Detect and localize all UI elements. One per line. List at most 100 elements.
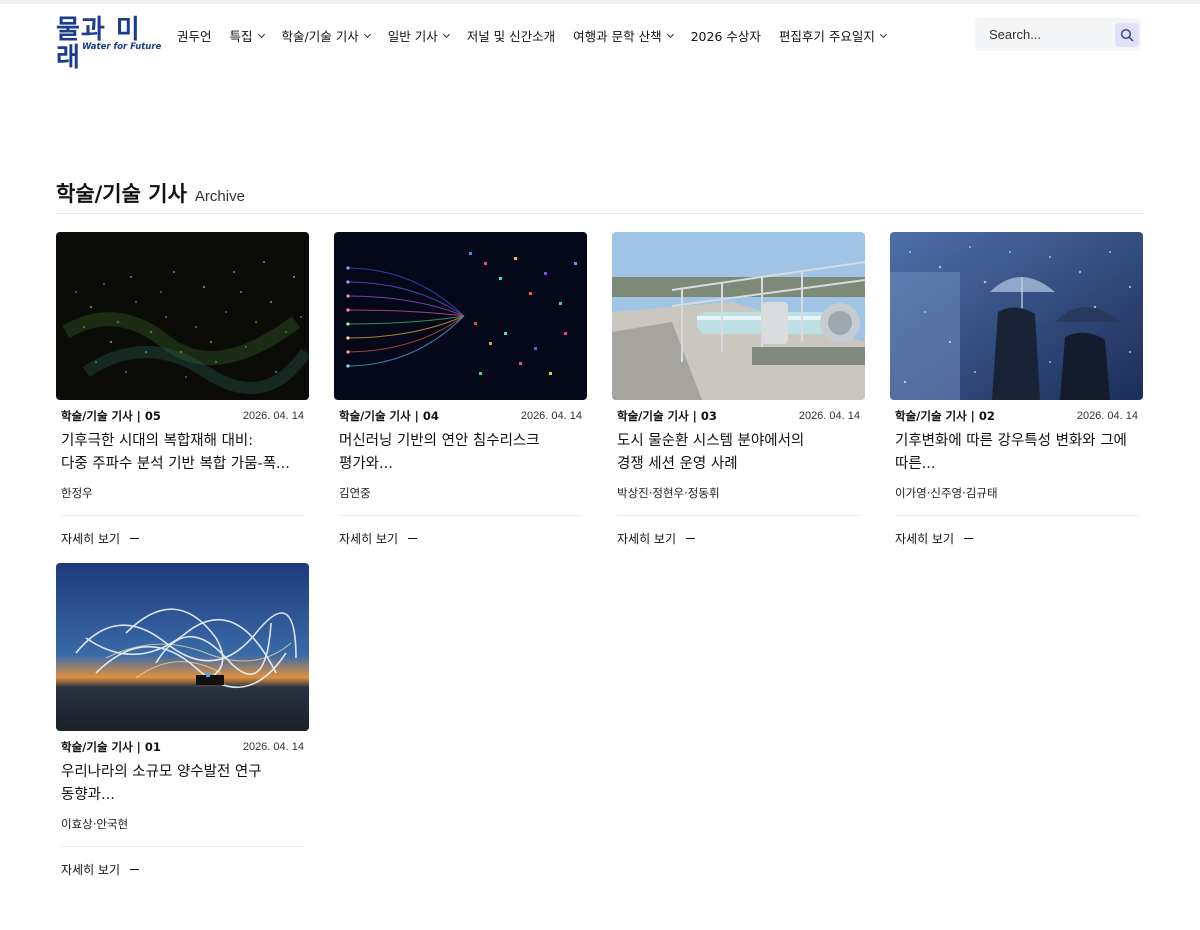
search-input[interactable] bbox=[989, 18, 1109, 51]
nav-item-journal[interactable]: 저널 및 신간소개 bbox=[467, 26, 555, 45]
article-author: 이가영·신주영·김규태 bbox=[895, 486, 998, 500]
read-more-link[interactable]: 자세히 보기 bbox=[339, 530, 418, 547]
article-category: 학술/기술 기사 | 04 bbox=[339, 409, 439, 423]
nav-item-foreword[interactable]: 권두언 bbox=[177, 26, 212, 45]
particle-cloud-image bbox=[56, 232, 309, 400]
article-category: 학술/기술 기사 | 02 bbox=[895, 409, 995, 423]
article-card[interactable]: 학술/기술 기사 | 02 2026. 04. 14 기후변화에 따른 강우특성… bbox=[890, 232, 1143, 552]
article-title[interactable]: 머신러닝 기반의 연안 침수리스크 평가와... bbox=[339, 430, 582, 476]
read-more-label: 자세히 보기 bbox=[61, 532, 121, 546]
chevron-down-icon bbox=[879, 30, 887, 38]
article-thumbnail[interactable] bbox=[612, 232, 865, 400]
card-divider bbox=[339, 515, 582, 516]
read-more-label: 자세히 보기 bbox=[339, 532, 399, 546]
read-more-link[interactable]: 자세히 보기 bbox=[61, 530, 140, 547]
nav-item-general[interactable]: 일반 기사 bbox=[387, 26, 450, 45]
article-meta: 학술/기술 기사 | 01 2026. 04. 14 bbox=[61, 739, 304, 755]
page-subtitle: Archive bbox=[194, 188, 245, 205]
nav-label: 학술/기술 기사 bbox=[281, 29, 359, 44]
title-line: 머신러닝 기반의 연안 침수리스크 bbox=[339, 433, 540, 449]
dash-icon bbox=[408, 538, 418, 539]
chevron-down-icon bbox=[442, 30, 450, 38]
read-more-label: 자세히 보기 bbox=[61, 863, 121, 877]
light-trails-image bbox=[56, 563, 309, 731]
article-thumbnail[interactable] bbox=[890, 232, 1143, 400]
nav-label: 여행과 문학 산책 bbox=[573, 29, 662, 44]
article-meta: 학술/기술 기사 | 05 2026. 04. 14 bbox=[61, 408, 304, 424]
logo-english: Water for Future bbox=[82, 42, 162, 52]
chevron-down-icon bbox=[363, 30, 371, 38]
dash-icon bbox=[686, 538, 696, 539]
nav-item-travel[interactable]: 여행과 문학 산책 bbox=[573, 26, 674, 45]
dash-icon bbox=[130, 869, 140, 870]
article-author: 박상진·정현우·정동휘 bbox=[617, 486, 720, 500]
article-category: 학술/기술 기사 | 05 bbox=[61, 409, 161, 423]
search-icon bbox=[1120, 28, 1134, 42]
title-line: 동향과... bbox=[61, 787, 115, 803]
read-more-label: 자세히 보기 bbox=[895, 532, 955, 546]
chevron-down-icon bbox=[257, 30, 265, 38]
nav-label: 2026 수상자 bbox=[690, 29, 761, 44]
article-card[interactable]: 학술/기술 기사 | 05 2026. 04. 14 기후극한 시대의 복합재해… bbox=[56, 232, 309, 552]
card-divider bbox=[61, 515, 304, 516]
article-thumbnail[interactable] bbox=[56, 232, 309, 400]
title-line: 우리나라의 소규모 양수발전 연구 bbox=[61, 764, 262, 780]
article-author: 한정우 bbox=[61, 486, 93, 500]
article-card[interactable]: 학술/기술 기사 | 01 2026. 04. 14 우리나라의 소규모 양수발… bbox=[56, 563, 309, 883]
article-title[interactable]: 도시 물순환 시스템 분야에서의 경쟁 세션 운영 사례 bbox=[617, 430, 860, 476]
article-date: 2026. 04. 14 bbox=[520, 410, 582, 422]
article-author: 이효상·안국현 bbox=[61, 817, 129, 831]
article-meta: 학술/기술 기사 | 04 2026. 04. 14 bbox=[339, 408, 582, 424]
section-header: 학술/기술 기사 Archive bbox=[56, 178, 1144, 214]
page-title: 학술/기술 기사 bbox=[56, 182, 187, 206]
search-box bbox=[975, 18, 1141, 51]
title-line: 다중 주파수 분석 기반 복합 가뭄-폭... bbox=[61, 456, 290, 472]
nav-item-editorial[interactable]: 편집후기 주요일지 bbox=[778, 26, 887, 45]
article-date: 2026. 04. 14 bbox=[242, 410, 304, 422]
article-date: 2026. 04. 14 bbox=[798, 410, 860, 422]
nav-label: 특집 bbox=[229, 29, 253, 44]
article-thumbnail[interactable] bbox=[56, 563, 309, 731]
article-title[interactable]: 우리나라의 소규모 양수발전 연구 동향과... bbox=[61, 761, 304, 807]
site-logo[interactable]: 물과 미래 Water for Future bbox=[56, 16, 161, 72]
article-category: 학술/기술 기사 | 03 bbox=[617, 409, 717, 423]
read-more-link[interactable]: 자세히 보기 bbox=[61, 861, 140, 878]
title-line: 평가와... bbox=[339, 456, 393, 472]
article-card[interactable]: 학술/기술 기사 | 03 2026. 04. 14 도시 물순환 시스템 분야… bbox=[612, 232, 865, 552]
data-streams-image bbox=[334, 232, 587, 400]
read-more-link[interactable]: 자세히 보기 bbox=[895, 530, 974, 547]
nav-label: 권두언 bbox=[177, 29, 212, 44]
article-author: 김연중 bbox=[339, 486, 371, 500]
main-nav: 권두언 특집 학술/기술 기사 일반 기사 저널 및 신간소개 여행과 문학 산… bbox=[177, 26, 904, 45]
nav-item-awards[interactable]: 2026 수상자 bbox=[691, 26, 761, 45]
article-card[interactable]: 학술/기술 기사 | 04 2026. 04. 14 머신러닝 기반의 연안 침… bbox=[334, 232, 587, 552]
nav-label: 편집후기 주요일지 bbox=[778, 29, 875, 44]
article-category: 학술/기술 기사 | 01 bbox=[61, 740, 161, 754]
chevron-down-icon bbox=[666, 30, 674, 38]
nav-label: 일반 기사 bbox=[387, 29, 438, 44]
search-button[interactable] bbox=[1115, 23, 1139, 47]
article-meta: 학술/기술 기사 | 03 2026. 04. 14 bbox=[617, 408, 860, 424]
nav-item-special[interactable]: 특집 bbox=[229, 26, 265, 45]
dash-icon bbox=[130, 538, 140, 539]
title-line: 도시 물순환 시스템 분야에서의 bbox=[617, 433, 805, 449]
rain-umbrella-image bbox=[890, 232, 1143, 400]
card-divider bbox=[617, 515, 860, 516]
article-date: 2026. 04. 14 bbox=[242, 741, 304, 753]
card-divider bbox=[895, 515, 1138, 516]
article-thumbnail[interactable] bbox=[334, 232, 587, 400]
nav-item-academic[interactable]: 학술/기술 기사 bbox=[281, 26, 371, 45]
title-line: 따른... bbox=[895, 456, 936, 472]
article-title[interactable]: 기후변화에 따른 강우특성 변화와 그에 따른... bbox=[895, 430, 1138, 476]
title-line: 경쟁 세션 운영 사례 bbox=[617, 456, 738, 472]
site-header: 물과 미래 Water for Future 권두언 특집 학술/기술 기사 일… bbox=[0, 4, 1200, 72]
article-title[interactable]: 기후극한 시대의 복합재해 대비: 다중 주파수 분석 기반 복합 가뭄-폭..… bbox=[61, 430, 304, 476]
nav-label: 저널 및 신간소개 bbox=[466, 29, 556, 44]
title-line: 기후변화에 따른 강우특성 변화와 그에 bbox=[895, 433, 1127, 449]
article-meta: 학술/기술 기사 | 02 2026. 04. 14 bbox=[895, 408, 1138, 424]
water-pipeline-image bbox=[612, 232, 865, 400]
read-more-link[interactable]: 자세히 보기 bbox=[617, 530, 696, 547]
title-line: 기후극한 시대의 복합재해 대비: bbox=[61, 433, 254, 449]
card-divider bbox=[61, 846, 304, 847]
read-more-label: 자세히 보기 bbox=[617, 532, 677, 546]
